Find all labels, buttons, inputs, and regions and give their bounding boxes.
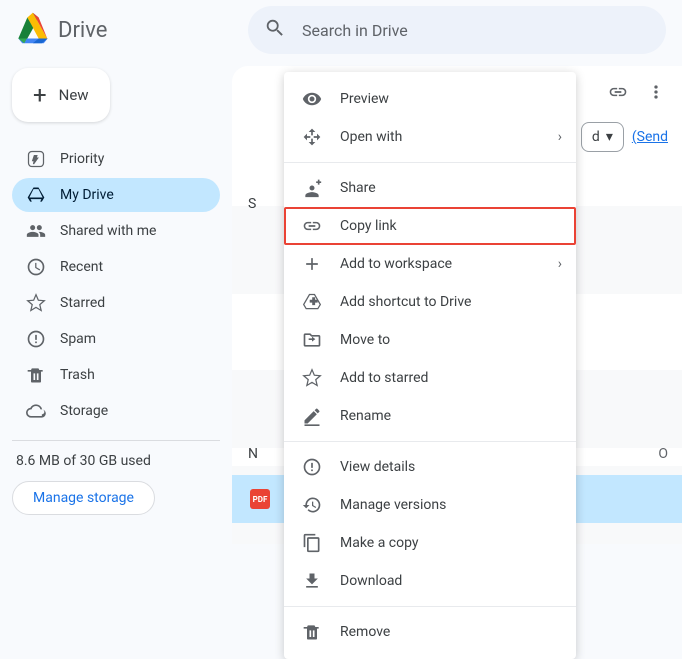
download-icon	[302, 571, 322, 591]
menu-rename[interactable]: Rename	[284, 397, 576, 435]
shortcut-icon	[302, 292, 322, 312]
drive-logo-icon	[16, 11, 50, 49]
menu-view-details[interactable]: View details	[284, 448, 576, 486]
menu-label: Make a copy	[340, 535, 419, 551]
chevron-right-icon: ›	[558, 129, 562, 145]
menu-download[interactable]: Download	[284, 562, 576, 600]
menu-remove[interactable]: Remove	[284, 613, 576, 651]
pdf-icon: PDF	[250, 489, 270, 509]
sidebar-item-trash[interactable]: Trash	[12, 358, 220, 392]
new-button-label: New	[59, 86, 89, 104]
menu-separator	[284, 162, 576, 163]
menu-label: Remove	[340, 624, 390, 640]
nav-label: Starred	[60, 295, 105, 311]
storage-usage-text: 8.6 MB of 30 GB used	[16, 453, 216, 469]
search-bar[interactable]	[248, 6, 666, 54]
manage-storage-button[interactable]: Manage storage	[12, 481, 155, 515]
menu-move-to[interactable]: Move to	[284, 321, 576, 359]
new-button[interactable]: + New	[12, 68, 110, 122]
eye-icon	[302, 89, 322, 109]
section-label: S	[248, 196, 256, 212]
nav-label: Storage	[60, 403, 108, 419]
nav-label: Shared with me	[60, 223, 156, 239]
versions-icon	[302, 495, 322, 515]
menu-label: Add to starred	[340, 370, 428, 386]
menu-label: Move to	[340, 332, 390, 348]
column-header-fragment: O	[658, 446, 668, 462]
nav-label: Trash	[60, 367, 95, 383]
star-icon	[26, 293, 46, 313]
menu-label: Add shortcut to Drive	[340, 294, 471, 310]
sidebar-item-spam[interactable]: Spam	[12, 322, 220, 356]
sidebar-item-my-drive[interactable]: My Drive	[12, 178, 220, 212]
menu-copy-link[interactable]: Copy link	[284, 207, 576, 245]
sidebar-item-storage[interactable]: Storage	[12, 394, 220, 428]
menu-label: Open with	[340, 129, 402, 145]
menu-label: Rename	[340, 408, 391, 424]
nav-label: My Drive	[60, 187, 114, 203]
priority-icon	[26, 149, 46, 169]
menu-label: Manage versions	[340, 497, 446, 513]
menu-add-starred[interactable]: Add to starred	[284, 359, 576, 397]
info-icon	[302, 457, 322, 477]
search-input[interactable]	[302, 21, 650, 40]
menu-separator	[284, 606, 576, 607]
send-feedback-link[interactable]: (Send	[632, 129, 668, 145]
nav-label: Spam	[60, 331, 96, 347]
menu-share[interactable]: Share	[284, 169, 576, 207]
sidebar-item-starred[interactable]: Starred	[12, 286, 220, 320]
menu-manage-versions[interactable]: Manage versions	[284, 486, 576, 524]
sidebar-divider	[12, 440, 220, 441]
sidebar-item-recent[interactable]: Recent	[12, 250, 220, 284]
chevron-right-icon: ›	[558, 256, 562, 272]
drive-icon	[26, 185, 46, 205]
plus-icon	[302, 254, 322, 274]
spam-icon	[26, 329, 46, 349]
copy-icon	[302, 533, 322, 553]
trash-icon	[26, 365, 46, 385]
link-icon	[302, 216, 322, 236]
trash-icon	[302, 622, 322, 642]
menu-label: Copy link	[340, 218, 397, 234]
menu-add-workspace[interactable]: Add to workspace ›	[284, 245, 576, 283]
file-action-toolbar	[606, 80, 668, 104]
header: Drive	[0, 0, 682, 60]
storage-icon	[26, 401, 46, 421]
sidebar-item-shared[interactable]: Shared with me	[12, 214, 220, 248]
chevron-down-icon: ▾	[606, 129, 613, 145]
nav-label: Recent	[60, 259, 103, 275]
sidebar: + New Priority My Drive Shared with me R…	[0, 60, 232, 523]
shared-icon	[26, 221, 46, 241]
app-name: Drive	[58, 18, 107, 43]
recent-icon	[26, 257, 46, 277]
context-menu: Preview Open with › Share Copy link Add …	[284, 72, 576, 659]
menu-label: Share	[340, 180, 376, 196]
star-icon	[302, 368, 322, 388]
menu-label: Download	[340, 573, 402, 589]
search-icon	[264, 17, 286, 43]
filter-row: d ▾ (Send	[581, 122, 668, 152]
sidebar-item-priority[interactable]: Priority	[12, 142, 220, 176]
menu-label: Preview	[340, 91, 389, 107]
chip-label: d	[592, 129, 600, 145]
open-with-icon	[302, 127, 322, 147]
plus-icon: +	[33, 83, 47, 107]
link-icon[interactable]	[606, 80, 630, 104]
menu-make-copy[interactable]: Make a copy	[284, 524, 576, 562]
section-label: N	[248, 446, 258, 462]
menu-label: View details	[340, 459, 415, 475]
move-icon	[302, 330, 322, 350]
menu-preview[interactable]: Preview	[284, 80, 576, 118]
more-icon[interactable]	[644, 80, 668, 104]
menu-add-shortcut[interactable]: Add shortcut to Drive	[284, 283, 576, 321]
menu-label: Add to workspace	[340, 256, 452, 272]
logo-area[interactable]: Drive	[16, 11, 248, 49]
filter-chip[interactable]: d ▾	[581, 122, 624, 152]
menu-separator	[284, 441, 576, 442]
nav-label: Priority	[60, 151, 104, 167]
share-icon	[302, 178, 322, 198]
menu-open-with[interactable]: Open with ›	[284, 118, 576, 156]
rename-icon	[302, 406, 322, 426]
